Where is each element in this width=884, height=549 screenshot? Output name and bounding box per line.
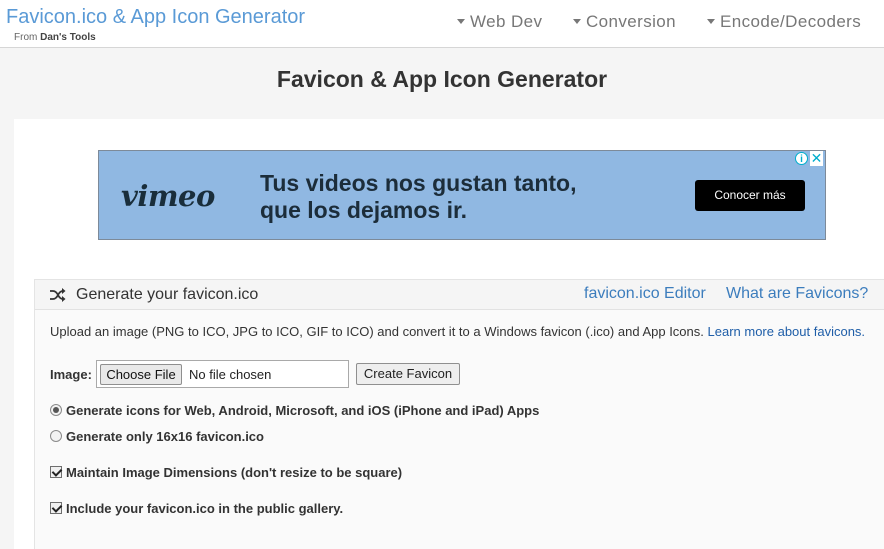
checkbox-checked[interactable] [50,502,62,514]
file-status-text: No file chosen [189,367,272,382]
generator-description: Upload an image (PNG to ICO, JPG to ICO,… [50,324,865,339]
choose-file-button[interactable]: Choose File [100,364,182,385]
radio-button-selected[interactable] [50,404,62,416]
caret-down-icon [707,19,715,25]
favicon-editor-link[interactable]: favicon.ico Editor [584,285,706,303]
radio-all-platforms-label: Generate icons for Web, Android, Microso… [66,403,540,418]
create-favicon-button[interactable]: Create Favicon [356,363,460,385]
ad-cta-button[interactable]: Conocer más [695,180,805,211]
brand-sub-prefix: From [14,32,38,43]
image-label: Image: [50,367,92,382]
generator-header: Generate your favicon.ico favicon.ico Ed… [35,280,884,310]
nav-conversion-label: Conversion [586,12,676,31]
ad-headline-line2: que los dejamos ir. [260,197,468,223]
nav-web-dev-label: Web Dev [470,12,543,31]
description-text: Upload an image (PNG to ICO, JPG to ICO,… [50,324,708,339]
ad-headline: Tus videos nos gustan tanto, que los dej… [260,170,577,224]
learn-more-link[interactable]: Learn more about favicons. [708,324,866,339]
radio-option-all-platforms[interactable]: Generate icons for Web, Android, Microso… [50,403,539,418]
nav-encode-decoders-label: Encode/Decoders [720,12,862,31]
page-title: Favicon & App Icon Generator [276,66,608,92]
caret-down-icon [573,19,581,25]
checkbox-public-gallery[interactable]: Include your favicon.ico in the public g… [50,501,343,516]
caret-down-icon [457,19,465,25]
checkbox-checked[interactable] [50,466,62,478]
nav-conversion[interactable]: Conversion [573,12,676,32]
what-are-favicons-link[interactable]: What are Favicons? [726,285,868,303]
site-brand-subtitle: From Dan's Tools [14,32,96,43]
site-brand-title[interactable]: Favicon.ico & App Icon Generator [6,6,305,28]
ad-headline-line1: Tus videos nos gustan tanto, [260,170,577,196]
ad-close-icon[interactable]: ✕ [810,151,823,166]
top-nav-bar: Favicon.ico & App Icon Generator From Da… [0,0,884,48]
vimeo-logo: vimeo [121,179,215,213]
brand-sub-name[interactable]: Dan's Tools [40,32,96,43]
radio-option-16x16[interactable]: Generate only 16x16 favicon.ico [50,429,264,444]
public-gallery-label: Include your favicon.ico in the public g… [66,501,344,516]
generator-title: Generate your favicon.ico [76,286,259,303]
radio-16x16-label: Generate only 16x16 favicon.ico [66,429,264,444]
radio-button-unselected[interactable] [50,430,62,442]
favicon-generator-card: Generate your favicon.ico favicon.ico Ed… [34,279,884,549]
shuffle-icon [50,288,66,302]
nav-web-dev[interactable]: Web Dev [457,12,542,32]
advertisement-banner[interactable]: vimeo Tus videos nos gustan tanto, que l… [98,150,826,240]
checkbox-maintain-dimensions[interactable]: Maintain Image Dimensions (don't resize … [50,465,402,480]
nav-encode-decoders[interactable]: Encode/Decoders [707,12,861,32]
file-input[interactable]: Choose File No file chosen [96,360,349,388]
maintain-dimensions-label: Maintain Image Dimensions (don't resize … [66,465,403,480]
ad-info-icon[interactable]: i [795,152,808,165]
